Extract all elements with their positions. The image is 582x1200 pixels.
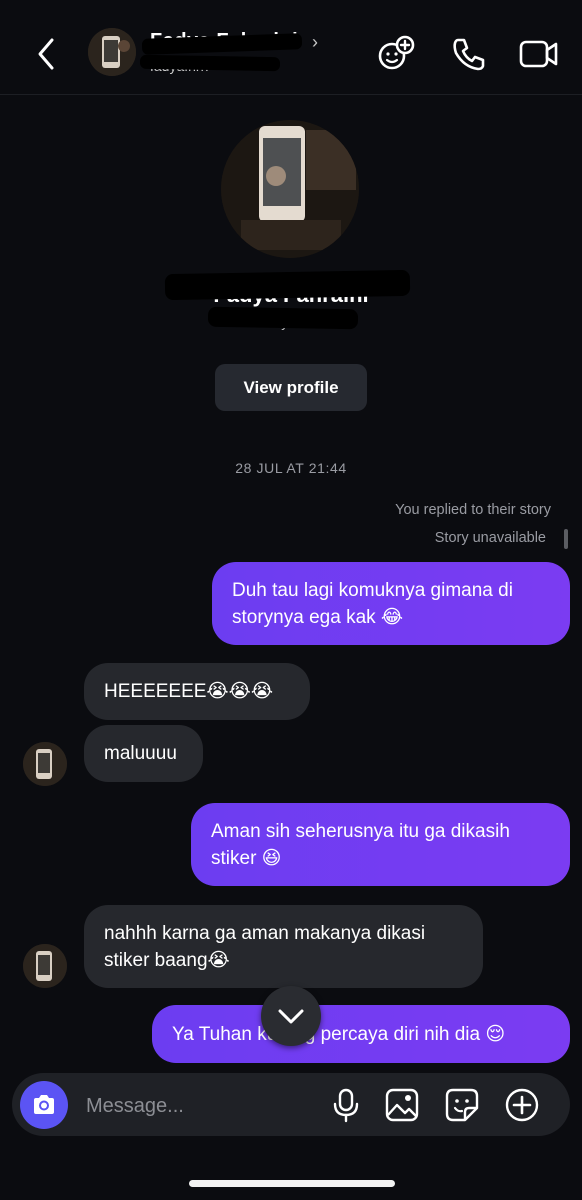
- sticker-icon[interactable]: [444, 1087, 480, 1123]
- story-unavailable-label: Story unavailable: [434, 530, 546, 546]
- message-input[interactable]: [84, 1091, 318, 1121]
- incoming-message[interactable]: maluuuu: [84, 725, 203, 782]
- incoming-message[interactable]: nahhh karna ga aman makanya dikasi stike…: [84, 905, 483, 988]
- story-reply-bar: [564, 529, 568, 549]
- view-profile-button[interactable]: View profile: [215, 364, 367, 411]
- message-composer: [12, 1073, 570, 1136]
- sender-avatar[interactable]: [23, 944, 67, 988]
- scroll-to-bottom-button[interactable]: [261, 986, 321, 1046]
- add-people-icon[interactable]: [376, 34, 416, 74]
- profile-avatar[interactable]: [221, 120, 359, 258]
- gallery-icon[interactable]: [384, 1087, 420, 1123]
- outgoing-message[interactable]: Duh tau lagi komuknya gimana di storynya…: [212, 562, 570, 645]
- video-icon[interactable]: [518, 34, 558, 74]
- story-reply-note: You replied to their story: [395, 502, 551, 518]
- redaction-mark: [139, 54, 281, 72]
- outgoing-message[interactable]: Aman sih seherusnya itu ga dikasih stike…: [191, 803, 570, 886]
- camera-icon: [34, 1095, 54, 1114]
- outgoing-message[interactable]: Ya Tuhan kurang percaya diri nih dia 😌: [152, 1005, 570, 1063]
- header-avatar[interactable]: [88, 28, 136, 76]
- redaction-mark: [164, 269, 411, 301]
- plus-icon[interactable]: [504, 1087, 540, 1123]
- microphone-icon[interactable]: [328, 1087, 364, 1123]
- back-icon[interactable]: [30, 34, 64, 74]
- camera-button[interactable]: [20, 1081, 68, 1129]
- phone-icon[interactable]: [449, 34, 489, 74]
- redaction-mark: [207, 306, 359, 330]
- chevron-down-icon: [278, 1009, 304, 1024]
- thread-timestamp: 28 JUL AT 21:44: [235, 460, 347, 476]
- chat-header: Fadya Fahraini › fadyafhrn: [0, 0, 582, 95]
- home-indicator[interactable]: [189, 1180, 395, 1187]
- sender-avatar[interactable]: [23, 742, 67, 786]
- incoming-message[interactable]: HEEEEEEE😭😭😭: [84, 663, 310, 720]
- chevron-right-icon[interactable]: ›: [312, 32, 318, 53]
